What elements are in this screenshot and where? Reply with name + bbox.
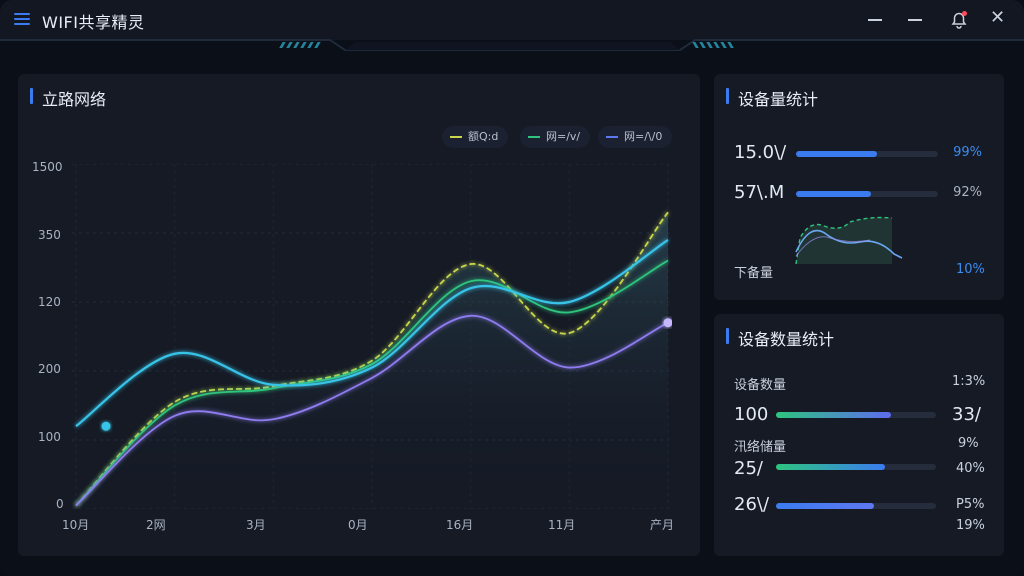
progress-fill — [776, 503, 874, 509]
app-title: WIFI共享精灵 — [42, 13, 145, 32]
x-tick: 11月 — [548, 518, 576, 532]
y-tick: 350 — [38, 228, 61, 242]
count-stat-row: 100 33/ — [714, 404, 1004, 432]
maximize-button[interactable] — [904, 10, 926, 30]
count-label: 汛络储量 — [734, 440, 787, 455]
progress-fill — [776, 412, 892, 418]
minimize-icon — [868, 19, 882, 21]
legend-item-3[interactable]: 网=/\/0 — [598, 126, 673, 148]
count-value-percent: 33/ — [952, 404, 981, 425]
progress-track — [776, 503, 936, 509]
stat-percent: 99% — [953, 145, 982, 160]
y-tick: 1500 — [32, 160, 63, 174]
count-value-percent: 19% — [956, 518, 985, 533]
count-stat-row: 25/ 40% — [714, 458, 1004, 486]
line-chart — [72, 164, 672, 509]
progress-track — [776, 412, 936, 418]
x-tick: 16月 — [446, 518, 474, 532]
mini-chart-label: 下备量 — [734, 266, 774, 281]
close-button[interactable]: ✕ — [988, 7, 1010, 30]
count-value-percent: 40% — [956, 461, 985, 476]
chart-legend: 额Q:d 网=/v/ 网=/\/0 — [442, 126, 692, 148]
y-tick: 0 — [56, 497, 64, 511]
x-tick: 10月 — [62, 518, 90, 532]
count-label-percent: P5% — [956, 497, 985, 512]
count-value: 25/ — [734, 458, 763, 479]
count-label-percent: 9% — [958, 436, 979, 451]
device-stats-panel: 设备量统计 15.0\/ 99% 57\.M 92% 下备量 10% — [714, 74, 1004, 300]
panel-title: 设备量统计 — [726, 86, 818, 110]
progress-track — [796, 191, 938, 197]
header-decoration — [0, 39, 1024, 51]
app-window: WIFI共享精灵 ✕ 立路网络 额Q:d 网=/v/ 网=/\/0 1500 3… — [0, 0, 1024, 576]
stat-value: 57\.M — [734, 182, 785, 203]
progress-fill — [796, 191, 872, 197]
x-tick: 2网 — [146, 518, 166, 532]
x-tick: 0月 — [348, 518, 368, 532]
progress-track — [796, 151, 938, 157]
minimize-button[interactable] — [864, 10, 886, 30]
count-label-percent: 1:3% — [952, 374, 986, 389]
panel-title: 设备数量统计 — [726, 326, 834, 350]
series-endpoint-marker[interactable] — [101, 421, 111, 431]
x-tick: 3月 — [246, 518, 266, 532]
progress-track — [776, 464, 936, 470]
y-tick: 120 — [38, 295, 61, 309]
notification-badge — [962, 11, 967, 16]
device-stat-row: 15.0\/ 99% — [714, 142, 1004, 170]
stat-percent: 92% — [953, 185, 982, 200]
count-value: 26\/ — [734, 494, 770, 515]
mini-area-chart — [795, 216, 903, 265]
x-tick: 产月 — [650, 518, 675, 532]
title-bar: WIFI共享精灵 ✕ — [0, 0, 1024, 40]
progress-fill — [776, 464, 885, 470]
notification-button[interactable] — [948, 10, 970, 30]
y-tick: 100 — [38, 430, 61, 444]
menu-icon[interactable] — [14, 11, 30, 27]
legend-item-2[interactable]: 网=/v/ — [520, 126, 591, 148]
count-label: 设备数量 — [734, 378, 787, 393]
progress-fill — [796, 151, 877, 157]
legend-item-1[interactable]: 额Q:d — [442, 126, 509, 148]
maximize-icon — [908, 19, 922, 21]
y-tick: 200 — [38, 362, 61, 376]
panel-title: 立路网络 — [30, 86, 106, 110]
mini-chart-percent: 10% — [956, 262, 985, 277]
count-value: 100 — [734, 404, 769, 425]
close-icon: ✕ — [990, 7, 1006, 28]
stat-value: 15.0\/ — [734, 142, 787, 163]
device-count-panel: 设备数量统计 设备数量 1:3% 100 33/ 汛络储量 9% 25/ 40%… — [714, 314, 1004, 556]
device-stat-row: 57\.M 92% — [714, 182, 1004, 210]
network-chart-panel: 立路网络 额Q:d 网=/v/ 网=/\/0 1500 350 120 200 … — [18, 74, 700, 556]
